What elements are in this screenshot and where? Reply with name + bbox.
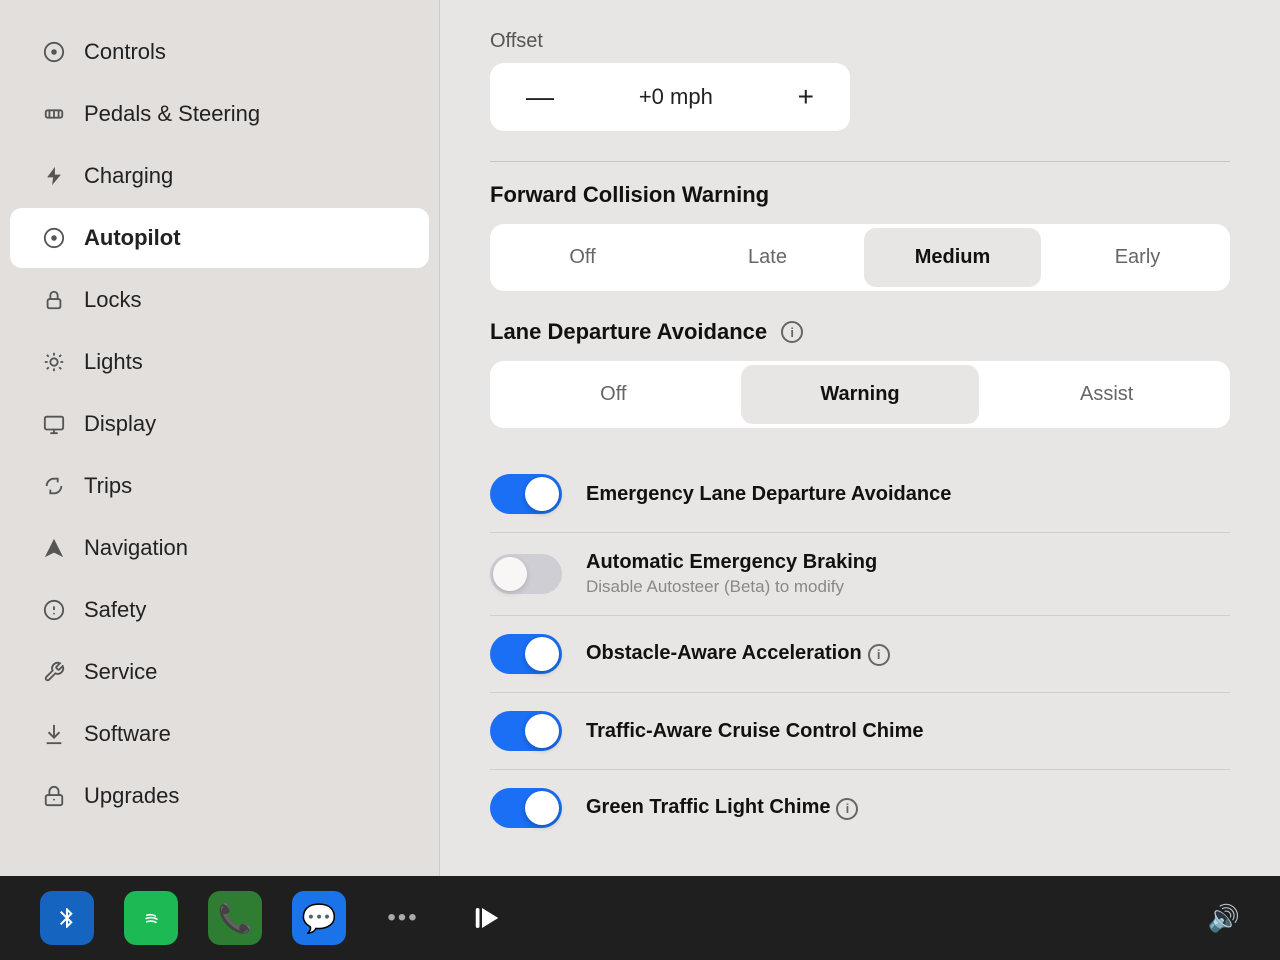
sidebar-item-navigation-label: Navigation: [84, 535, 188, 561]
fwd-collision-option-medium[interactable]: Medium: [864, 228, 1041, 287]
sidebar-item-charging[interactable]: Charging: [10, 146, 429, 206]
sidebar-item-pedals-steering[interactable]: Pedals & Steering: [10, 84, 429, 144]
taskbar: 📞 💬 ••• 🔊: [0, 876, 1280, 960]
sidebar-item-navigation[interactable]: Navigation: [10, 518, 429, 578]
toggle-title-green-light: Green Traffic Light Chime: [586, 796, 830, 818]
main-content: Controls Pedals & Steering Charging Auto…: [0, 0, 1280, 876]
lane-departure-info-icon[interactable]: i: [781, 321, 803, 343]
sidebar-item-lights[interactable]: Lights: [10, 332, 429, 392]
sidebar-item-software-label: Software: [84, 721, 171, 747]
toggle-knob-obstacle-aware: [525, 637, 559, 671]
fwd-collision-option-off[interactable]: Off: [494, 228, 671, 287]
right-panel: Offset — +0 mph + Forward Collision Warn…: [440, 0, 1280, 876]
service-icon: [40, 658, 68, 686]
toggle-row-auto-emergency-braking: Automatic Emergency Braking Disable Auto…: [490, 533, 1230, 616]
toggle-row-green-light: Green Traffic Light Chime i: [490, 770, 1230, 846]
software-icon: [40, 720, 68, 748]
offset-plus-button[interactable]: +: [782, 77, 830, 117]
sidebar-item-locks[interactable]: Locks: [10, 270, 429, 330]
more-icon[interactable]: •••: [376, 891, 430, 945]
sidebar-item-controls-label: Controls: [84, 39, 166, 65]
toggle-title-auto-emergency-braking: Automatic Emergency Braking: [586, 551, 877, 573]
toggle-switch-traffic-cruise[interactable]: [490, 711, 562, 751]
toggle-info-icon-obstacle-aware[interactable]: i: [868, 644, 890, 666]
sidebar-item-pedals-steering-label: Pedals & Steering: [84, 101, 260, 127]
messages-icon[interactable]: 💬: [292, 891, 346, 945]
sidebar-item-service[interactable]: Service: [10, 642, 429, 702]
sidebar-item-safety-label: Safety: [84, 597, 146, 623]
toggle-subtitle-auto-emergency-braking: Disable Autosteer (Beta) to modify: [586, 577, 1230, 597]
toggle-switch-auto-emergency-braking[interactable]: [490, 554, 562, 594]
upgrades-icon: [40, 782, 68, 810]
toggle-switch-emergency-lane[interactable]: [490, 474, 562, 514]
toggle-switch-green-light[interactable]: [490, 788, 562, 828]
pedals-steering-icon: [40, 100, 68, 128]
lane-departure-option-off[interactable]: Off: [494, 365, 733, 424]
toggle-title-obstacle-aware: Obstacle-Aware Acceleration: [586, 642, 862, 664]
toggle-info-traffic-cruise: Traffic-Aware Cruise Control Chime: [586, 720, 1230, 743]
lane-departure-segmented: OffWarningAssist: [490, 361, 1230, 428]
sidebar-item-controls[interactable]: Controls: [10, 22, 429, 82]
volume-icon[interactable]: 🔊: [1208, 903, 1240, 934]
toggle-knob-green-light: [525, 791, 559, 825]
bluetooth-icon[interactable]: [40, 891, 94, 945]
sidebar-item-autopilot-label: Autopilot: [84, 225, 181, 251]
toggle-row-obstacle-aware: Obstacle-Aware Acceleration i: [490, 616, 1230, 693]
lights-icon: [40, 348, 68, 376]
toggles-container: Emergency Lane Departure Avoidance Autom…: [490, 456, 1230, 846]
fwd-collision-option-late[interactable]: Late: [679, 228, 856, 287]
sidebar-item-software[interactable]: Software: [10, 704, 429, 764]
toggle-title-emergency-lane: Emergency Lane Departure Avoidance: [586, 483, 951, 505]
toggle-knob-emergency-lane: [525, 477, 559, 511]
toggle-knob-traffic-cruise: [525, 714, 559, 748]
lane-departure-option-warning[interactable]: Warning: [741, 365, 980, 424]
offset-minus-button[interactable]: —: [510, 77, 570, 117]
controls-icon: [40, 38, 68, 66]
safety-icon: [40, 596, 68, 624]
toggle-info-icon-green-light[interactable]: i: [836, 798, 858, 820]
toggle-title-traffic-cruise: Traffic-Aware Cruise Control Chime: [586, 720, 923, 742]
toggle-row-traffic-cruise: Traffic-Aware Cruise Control Chime: [490, 693, 1230, 770]
sidebar: Controls Pedals & Steering Charging Auto…: [0, 0, 440, 876]
screen: Controls Pedals & Steering Charging Auto…: [0, 0, 1280, 960]
trips-icon: [40, 472, 68, 500]
toggle-knob-auto-emergency-braking: [493, 557, 527, 591]
sidebar-item-charging-label: Charging: [84, 163, 173, 189]
forward-collision-heading: Forward Collision Warning: [490, 182, 1230, 208]
toggle-info-green-light: Green Traffic Light Chime i: [586, 796, 1230, 820]
toggle-info-auto-emergency-braking: Automatic Emergency Braking Disable Auto…: [586, 551, 1230, 597]
sidebar-item-trips[interactable]: Trips: [10, 456, 429, 516]
sidebar-item-trips-label: Trips: [84, 473, 132, 499]
sidebar-item-upgrades-label: Upgrades: [84, 783, 179, 809]
display-icon: [40, 410, 68, 438]
toggle-info-emergency-lane: Emergency Lane Departure Avoidance: [586, 483, 1230, 506]
locks-icon: [40, 286, 68, 314]
lane-departure-option-assist[interactable]: Assist: [987, 365, 1226, 424]
spotify-icon[interactable]: [124, 891, 178, 945]
offset-control: — +0 mph +: [490, 63, 850, 131]
sidebar-item-service-label: Service: [84, 659, 157, 685]
media-icon[interactable]: [460, 891, 514, 945]
sidebar-item-lights-label: Lights: [84, 349, 143, 375]
offset-label: Offset: [490, 30, 1230, 53]
forward-collision-segmented: OffLateMediumEarly: [490, 224, 1230, 291]
fwd-collision-option-early[interactable]: Early: [1049, 228, 1226, 287]
sidebar-item-display[interactable]: Display: [10, 394, 429, 454]
divider-1: [490, 161, 1230, 162]
sidebar-item-display-label: Display: [84, 411, 156, 437]
navigation-icon: [40, 534, 68, 562]
sidebar-item-upgrades[interactable]: Upgrades: [10, 766, 429, 826]
lane-departure-heading: Lane Departure Avoidance i: [490, 319, 1230, 345]
toggle-row-emergency-lane: Emergency Lane Departure Avoidance: [490, 456, 1230, 533]
offset-value: +0 mph: [570, 84, 782, 110]
sidebar-item-locks-label: Locks: [84, 287, 141, 313]
autopilot-icon: [40, 224, 68, 252]
charging-icon: [40, 162, 68, 190]
phone-icon[interactable]: 📞: [208, 891, 262, 945]
sidebar-item-safety[interactable]: Safety: [10, 580, 429, 640]
toggle-info-obstacle-aware: Obstacle-Aware Acceleration i: [586, 642, 1230, 666]
toggle-switch-obstacle-aware[interactable]: [490, 634, 562, 674]
sidebar-item-autopilot[interactable]: Autopilot: [10, 208, 429, 268]
